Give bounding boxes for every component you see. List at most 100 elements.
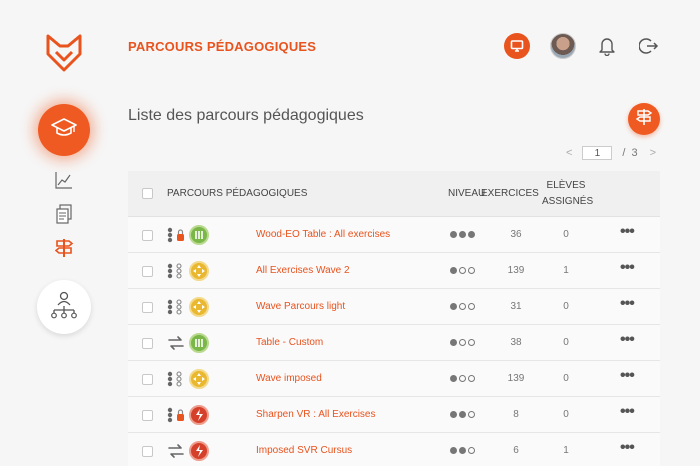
path-name-link[interactable]: Imposed SVR Cursus [256, 445, 352, 456]
student-count: 0 [563, 409, 569, 420]
table-row[interactable]: Imposed SVR Cursus 6 1 ••• [128, 433, 660, 466]
student-count: 0 [563, 229, 569, 240]
student-count: 0 [563, 337, 569, 348]
level-indicator [450, 411, 475, 418]
monitor-icon[interactable] [504, 33, 530, 59]
level-indicator [450, 303, 475, 310]
path-name-link[interactable]: Wave Parcours light [256, 301, 345, 312]
exercise-count: 38 [510, 337, 522, 348]
student-count: 1 [563, 265, 569, 276]
level-dot [450, 375, 457, 382]
level-indicator [450, 267, 475, 274]
table-row[interactable]: Table - Custom 38 0 ••• [128, 325, 660, 361]
column-header-students-line2: ASSIGNÉS [542, 196, 594, 207]
level-dot [450, 303, 457, 310]
level-indicator [450, 375, 475, 382]
student-count: 0 [563, 373, 569, 384]
path-name-link[interactable]: Sharpen VR : All Exercises [256, 409, 376, 420]
level-dot [459, 339, 466, 346]
exercise-count: 36 [510, 229, 522, 240]
table-body: Wood-EO Table : All exercises 36 0 ••• All E… [128, 217, 660, 466]
row-checkbox[interactable] [142, 230, 153, 241]
level-dot [459, 303, 466, 310]
row-more-menu-button[interactable]: ••• [620, 223, 635, 241]
header-actions [504, 33, 660, 59]
level-indicator [450, 339, 475, 346]
user-avatar[interactable] [550, 33, 576, 59]
nav-org-button[interactable] [37, 280, 91, 334]
table-row[interactable]: Wave Parcours light 31 0 ••• [128, 289, 660, 325]
row-more-menu-button[interactable]: ••• [620, 403, 635, 421]
path-name-link[interactable]: Wood-EO Table : All exercises [256, 229, 390, 240]
level-dot [468, 231, 475, 238]
row-checkbox[interactable] [142, 302, 153, 313]
row-more-menu-button[interactable]: ••• [620, 439, 635, 457]
column-header-name: PARCOURS PÉDAGOGIQUES [167, 188, 308, 199]
level-badge-yellow-icon [189, 369, 209, 389]
level-dot [450, 267, 457, 274]
path-name-link[interactable]: Wave imposed [256, 373, 322, 384]
path-type-sequence-icon [166, 371, 186, 387]
exercise-count: 139 [507, 265, 525, 276]
table-row[interactable]: All Exercises Wave 2 139 1 ••• [128, 253, 660, 289]
level-dot [450, 411, 457, 418]
path-type-sequence-locked-icon [166, 227, 186, 243]
logout-icon[interactable] [638, 35, 660, 57]
level-dot [468, 447, 475, 454]
pagination: < / 3 > [566, 146, 656, 160]
path-name-link[interactable]: Table - Custom [256, 337, 323, 348]
level-dot [468, 267, 475, 274]
table-row[interactable]: Wood-EO Table : All exercises 36 0 ••• [128, 217, 660, 253]
exercise-count: 8 [513, 409, 519, 420]
level-dot [459, 231, 466, 238]
signpost-icon[interactable] [52, 236, 76, 260]
path-type-sequence-icon [166, 263, 186, 279]
chart-line-icon[interactable] [52, 168, 76, 192]
level-dot [459, 411, 466, 418]
path-type-loop-icon [166, 335, 186, 351]
row-more-menu-button[interactable]: ••• [620, 295, 635, 313]
add-path-button[interactable] [628, 103, 660, 135]
paths-table: PARCOURS PÉDAGOGIQUES NIVEAU EXERCICES E… [128, 171, 660, 466]
path-type-loop-icon [166, 443, 186, 459]
row-checkbox[interactable] [142, 446, 153, 457]
row-more-menu-button[interactable]: ••• [620, 259, 635, 277]
path-type-sequence-locked-icon [166, 407, 186, 423]
graduation-cap-icon [50, 117, 78, 144]
table-row[interactable]: Sharpen VR : All Exercises 8 0 ••• [128, 397, 660, 433]
level-dot [450, 339, 457, 346]
page-separator: / [622, 147, 626, 159]
page-number-input[interactable] [582, 146, 613, 160]
bell-icon[interactable] [596, 35, 618, 57]
table-row[interactable]: Wave imposed 139 0 ••• [128, 361, 660, 397]
prev-page-button[interactable]: < [566, 147, 572, 159]
row-checkbox[interactable] [142, 338, 153, 349]
select-all-checkbox[interactable] [142, 188, 153, 199]
level-indicator [450, 231, 475, 238]
documents-icon[interactable] [52, 202, 76, 226]
nav-courses-button[interactable] [38, 104, 90, 156]
level-badge-red-icon [189, 441, 209, 461]
column-header-exercises: EXERCICES [481, 188, 539, 199]
org-chart-icon [49, 290, 79, 325]
level-dot [468, 375, 475, 382]
row-checkbox[interactable] [142, 374, 153, 385]
row-more-menu-button[interactable]: ••• [620, 367, 635, 385]
student-count: 1 [563, 445, 569, 456]
fox-logo-icon[interactable] [44, 32, 84, 72]
row-more-menu-button[interactable]: ••• [620, 331, 635, 349]
level-badge-green-icon [189, 333, 209, 353]
column-header-students: ELÈVES ASSIGNÉS [542, 180, 594, 207]
student-count: 0 [563, 301, 569, 312]
section-title: Liste des parcours pédagogiques [128, 107, 364, 124]
path-name-link[interactable]: All Exercises Wave 2 [256, 265, 350, 276]
level-dot [450, 447, 457, 454]
exercise-count: 6 [513, 445, 519, 456]
row-checkbox[interactable] [142, 410, 153, 421]
exercise-count: 139 [507, 373, 525, 384]
level-badge-yellow-icon [189, 297, 209, 317]
column-header-students-line1: ELÈVES [546, 180, 586, 191]
row-checkbox[interactable] [142, 266, 153, 277]
path-type-sequence-icon [166, 299, 186, 315]
next-page-button[interactable]: > [650, 147, 656, 159]
